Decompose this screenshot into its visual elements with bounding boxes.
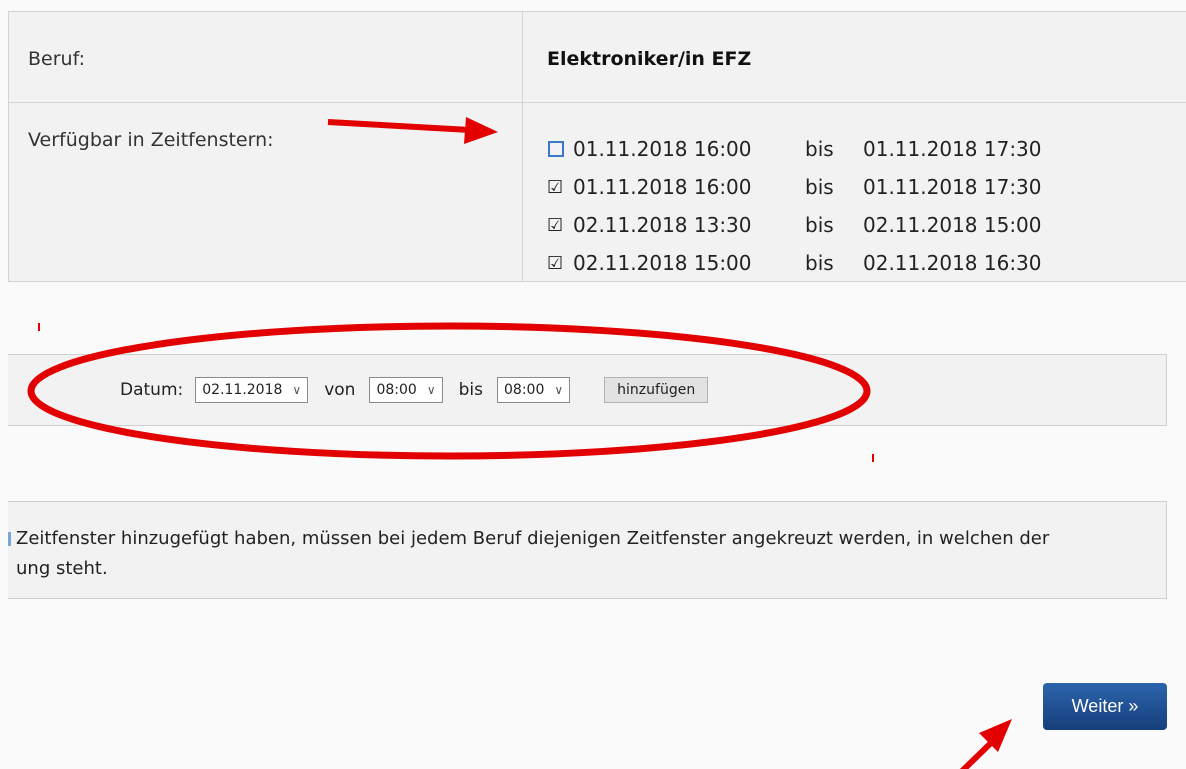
- von-value: 08:00: [376, 382, 417, 398]
- timeslot-to: 01.11.2018 17:30: [863, 175, 1042, 199]
- timeslot-to: 01.11.2018 17:30: [863, 137, 1042, 161]
- add-button[interactable]: hinzufügen: [604, 377, 709, 403]
- zeitfenster-row: Verfügbar in Zeitfenstern: 01.11.2018 16…: [9, 103, 1186, 281]
- note-line: Zeitfenster hinzugefügt haben, müssen be…: [16, 528, 1050, 549]
- datum-value: 02.11.2018: [202, 382, 283, 398]
- datum-select[interactable]: 02.11.2018 ∨: [195, 377, 309, 403]
- timeslot-list: 01.11.2018 16:00 bis 01.11.2018 17:30 ☑ …: [547, 130, 1042, 282]
- timeslot-separator: bis: [805, 213, 834, 237]
- bis-label: bis: [458, 380, 483, 400]
- bis-value: 08:00: [504, 382, 545, 398]
- von-label: von: [324, 380, 356, 400]
- annotation-mark: [872, 454, 874, 462]
- beruf-label: Beruf:: [28, 48, 85, 70]
- beruf-value: Elektroniker/in EFZ: [547, 48, 752, 70]
- beruf-row: Beruf: Elektroniker/in EFZ: [9, 12, 1186, 103]
- timeslot-from: 02.11.2018 13:30: [573, 213, 752, 237]
- annotation-arrow-shaft: [959, 737, 997, 769]
- note-text: Zeitfenster hinzugefügt haben, müssen be…: [16, 524, 1156, 584]
- timeslot-separator: bis: [805, 137, 834, 161]
- info-table: Beruf: Elektroniker/in EFZ Verfügbar in …: [8, 11, 1186, 282]
- bis-select[interactable]: 08:00 ∨: [497, 377, 571, 403]
- timeslot-item: ☑ 02.11.2018 15:00 bis 02.11.2018 16:30: [547, 244, 1042, 282]
- timeslot-item: ☑ 02.11.2018 13:30 bis 02.11.2018 15:00: [547, 206, 1042, 244]
- add-timeslot-form: Datum: 02.11.2018 ∨ von 08:00 ∨ bis 08:0…: [8, 354, 1167, 426]
- chevron-down-icon: ∨: [554, 383, 564, 397]
- timeslot-from: 01.11.2018 16:00: [573, 137, 752, 161]
- add-timeslot-row: Datum: 02.11.2018 ∨ von 08:00 ∨ bis 08:0…: [120, 377, 709, 403]
- timeslot-item: ☑ 01.11.2018 16:00 bis 01.11.2018 17:30: [547, 168, 1042, 206]
- next-button[interactable]: Weiter »: [1043, 683, 1167, 730]
- timeslot-from: 02.11.2018 15:00: [573, 251, 752, 275]
- chevron-down-icon: ∨: [292, 383, 302, 397]
- checkbox-unchecked[interactable]: [548, 141, 564, 157]
- timeslot-to: 02.11.2018 15:00: [863, 213, 1042, 237]
- annotation-mark: [38, 323, 40, 331]
- datum-label: Datum:: [120, 380, 184, 400]
- note-marker: [8, 532, 11, 546]
- checkbox-checked[interactable]: ☑: [547, 215, 565, 236]
- annotation-arrow-head: [979, 719, 1012, 752]
- timeslot-separator: bis: [805, 175, 834, 199]
- checkbox-checked[interactable]: ☑: [547, 177, 565, 198]
- chevron-down-icon: ∨: [426, 383, 436, 397]
- zeitfenster-label: Verfügbar in Zeitfenstern:: [28, 129, 274, 151]
- timeslot-from: 01.11.2018 16:00: [573, 175, 752, 199]
- note-line: ung steht.: [16, 558, 108, 579]
- info-note: Zeitfenster hinzugefügt haben, müssen be…: [8, 501, 1167, 599]
- timeslot-item: 01.11.2018 16:00 bis 01.11.2018 17:30: [547, 130, 1042, 168]
- checkbox-checked[interactable]: ☑: [547, 253, 565, 274]
- timeslot-separator: bis: [805, 251, 834, 275]
- von-select[interactable]: 08:00 ∨: [369, 377, 443, 403]
- timeslot-to: 02.11.2018 16:30: [863, 251, 1042, 275]
